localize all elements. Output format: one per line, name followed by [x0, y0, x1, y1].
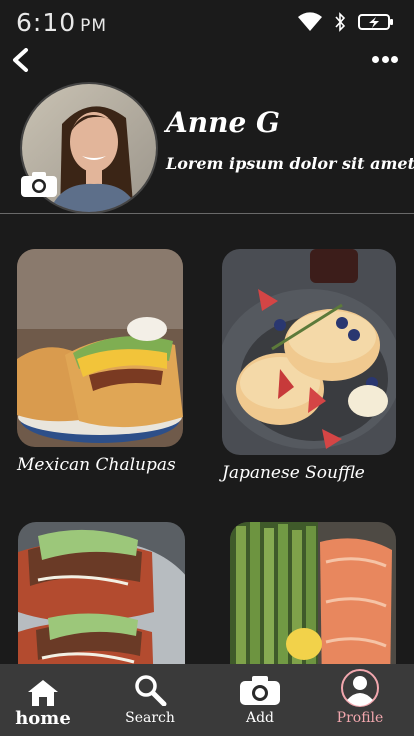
home-icon — [28, 680, 58, 706]
profile-header: Anne G Lorem ipsum dolor sit amet, — [0, 80, 414, 214]
recipe-title[interactable]: Japanese Souffle — [222, 463, 396, 483]
recipe-card-mexican-chalupas[interactable]: Mexican Chalupas — [17, 249, 183, 475]
camera-icon — [240, 676, 280, 705]
search-icon — [135, 675, 167, 706]
profile-icon — [341, 669, 379, 707]
status-time: 6:10 PM — [16, 8, 107, 37]
tab-profile[interactable]: Profile — [332, 664, 388, 736]
tab-add[interactable]: Add — [230, 664, 290, 736]
status-icons — [298, 12, 394, 32]
bluetooth-icon — [335, 12, 346, 32]
profile-bio: Lorem ipsum dolor sit amet, — [166, 154, 414, 173]
recipe-card-japanese-souffle[interactable]: Japanese Souffle — [222, 249, 396, 483]
tab-search-label: Search — [125, 710, 175, 726]
back-icon[interactable] — [10, 48, 32, 72]
wifi-icon — [298, 12, 322, 31]
battery-icon — [358, 14, 393, 30]
more-options-icon[interactable] — [372, 54, 398, 64]
tab-profile-label: Profile — [336, 710, 384, 726]
tab-add-label: Add — [245, 710, 275, 726]
nav-row — [0, 48, 414, 74]
recipe-card-3[interactable] — [18, 522, 185, 664]
tab-home[interactable]: home — [14, 664, 72, 736]
tab-search[interactable]: Search — [120, 664, 180, 736]
tab-bar: home Search Add Profile — [0, 664, 414, 736]
change-photo-camera-icon[interactable] — [20, 170, 58, 198]
recipe-grid: Mexican Chalupas Japanese Souffle — [0, 214, 414, 664]
tab-home-label: home — [15, 708, 71, 729]
profile-name: Anne G — [166, 106, 280, 139]
recipe-card-4[interactable] — [230, 522, 396, 664]
recipe-image[interactable] — [222, 249, 396, 455]
recipe-title[interactable]: Mexican Chalupas — [17, 455, 183, 475]
status-time-value: 6:10 — [16, 8, 77, 37]
status-ampm: PM — [80, 16, 108, 36]
status-bar: 6:10 PM — [0, 0, 414, 48]
recipe-image[interactable] — [230, 522, 396, 664]
recipe-image[interactable] — [18, 522, 185, 664]
recipe-image[interactable] — [17, 249, 183, 447]
